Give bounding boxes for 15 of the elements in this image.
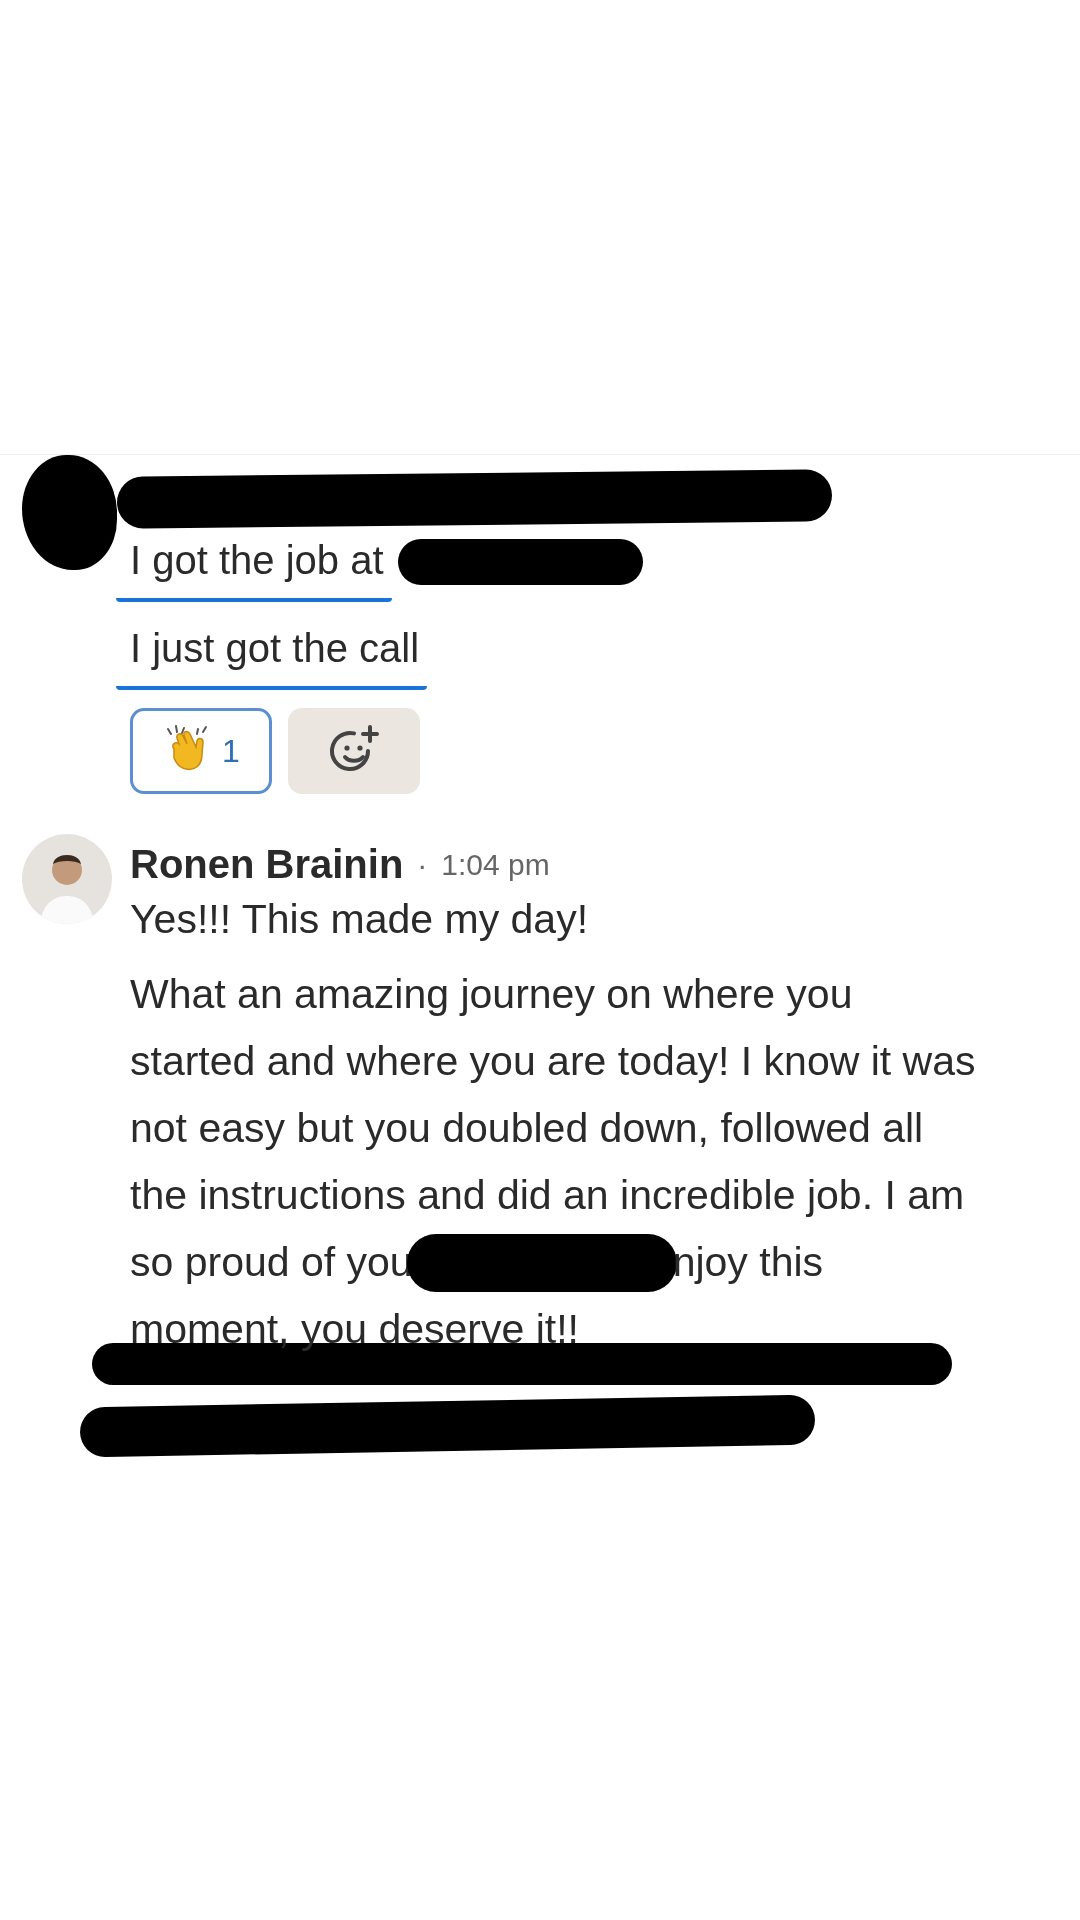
message-text: not easy but you doubled down, followed all	[130, 1104, 924, 1153]
message-text: I got the job at	[116, 536, 392, 602]
reaction-count: 1	[222, 732, 240, 771]
message-text: njoy this	[672, 1238, 824, 1287]
message-text: moment, you deserve it!!	[130, 1305, 579, 1354]
timestamp: 1:04 pm	[441, 846, 550, 883]
message-text: I just got the call	[116, 624, 428, 690]
separator-dot: ·	[417, 846, 428, 883]
message-text: Yes!!! This made my day!	[130, 895, 589, 944]
message-text: started and where you are today! I know it was	[130, 1037, 976, 1086]
add-reaction-button[interactable]	[288, 708, 420, 794]
message-text: the instructions and did an incredible job. I am	[130, 1171, 965, 1220]
sender-name: Ronen Brainin	[130, 841, 404, 888]
reaction-button[interactable]: 1	[130, 708, 272, 794]
message-text: What an amazing journey on where you	[130, 970, 853, 1019]
